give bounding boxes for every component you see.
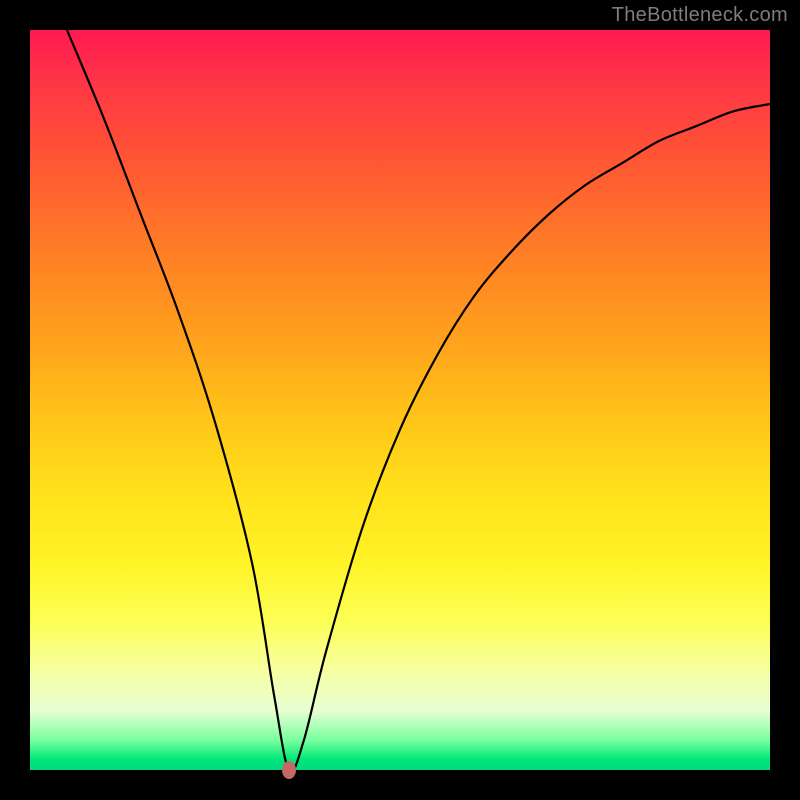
watermark-text: TheBottleneck.com [612, 4, 788, 27]
bottleneck-curve [30, 30, 770, 770]
optimum-marker [282, 761, 296, 779]
plot-area [30, 30, 770, 770]
chart-stage: TheBottleneck.com [0, 0, 800, 800]
